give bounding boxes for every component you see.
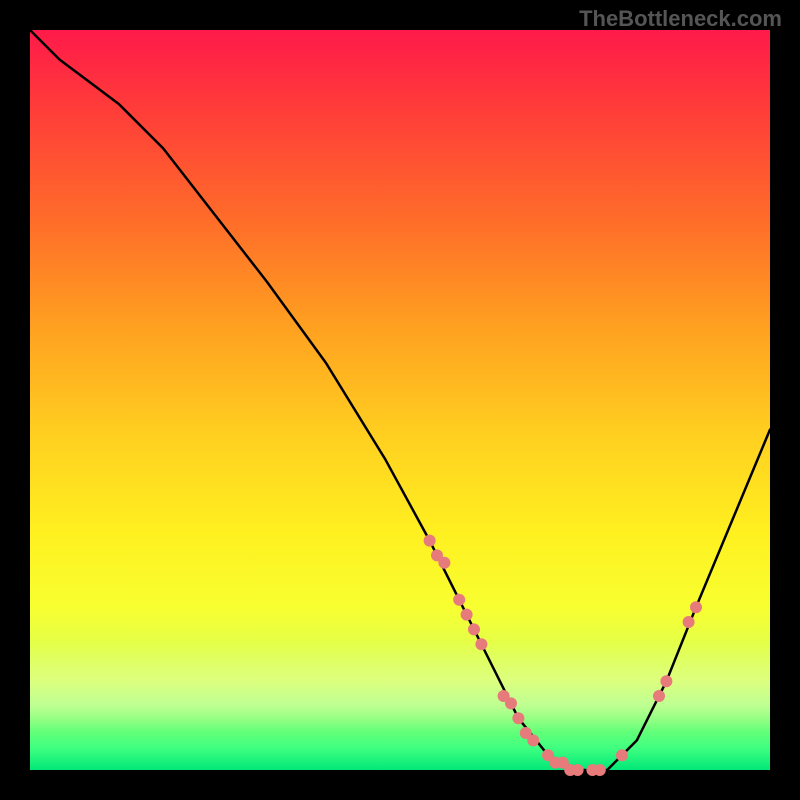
marker-dot — [461, 609, 473, 621]
watermark-text: TheBottleneck.com — [579, 6, 782, 32]
marker-dot — [616, 749, 628, 761]
marker-dot — [468, 623, 480, 635]
bottleneck-curve — [30, 30, 770, 770]
curve-markers — [424, 535, 702, 776]
marker-dot — [453, 594, 465, 606]
marker-dot — [572, 764, 584, 776]
marker-dot — [594, 764, 606, 776]
marker-dot — [505, 697, 517, 709]
marker-dot — [424, 535, 436, 547]
marker-dot — [683, 616, 695, 628]
plot-area — [30, 30, 770, 770]
marker-dot — [438, 557, 450, 569]
chart-svg — [30, 30, 770, 770]
marker-dot — [660, 675, 672, 687]
marker-dot — [653, 690, 665, 702]
marker-dot — [512, 712, 524, 724]
marker-dot — [527, 734, 539, 746]
marker-dot — [690, 601, 702, 613]
marker-dot — [475, 638, 487, 650]
